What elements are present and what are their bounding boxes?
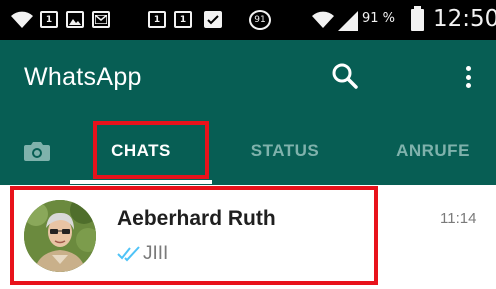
app-bar: WhatsApp CHATS STATUS ANRUFE — [0, 40, 496, 185]
message-icon — [92, 11, 110, 28]
camera-icon — [24, 142, 50, 161]
signal-icon — [338, 11, 358, 31]
highlight-box-chats-tab — [93, 121, 209, 179]
tab-status[interactable]: STATUS — [222, 122, 348, 180]
status-bar: 1 1 1 91 91 % 12:50 — [0, 0, 496, 40]
battery-percent: 91 % — [362, 11, 396, 26]
tab-camera[interactable] — [14, 122, 60, 180]
wifi-icon — [312, 11, 334, 28]
clipboard-check-icon — [204, 11, 222, 28]
search-button[interactable] — [330, 61, 360, 91]
wifi-icon — [11, 11, 33, 28]
badge-icon: 91 — [249, 10, 271, 30]
more-vertical-icon — [465, 66, 471, 71]
app-title: WhatsApp — [24, 63, 142, 91]
notification-icon: 1 — [40, 11, 58, 28]
tab-anrufe[interactable]: ANRUFE — [370, 122, 496, 180]
chat-timestamp: 11:14 — [440, 210, 477, 227]
battery-icon — [411, 6, 424, 31]
search-icon — [332, 63, 358, 89]
more-options-button[interactable] — [458, 62, 478, 92]
tab-selected-indicator — [70, 180, 212, 184]
notification-icon: 1 — [174, 11, 192, 28]
clock: 12:50 — [433, 6, 496, 32]
highlight-box-chat-row — [10, 186, 378, 285]
gallery-icon — [66, 11, 84, 28]
notification-icon: 1 — [148, 11, 166, 28]
